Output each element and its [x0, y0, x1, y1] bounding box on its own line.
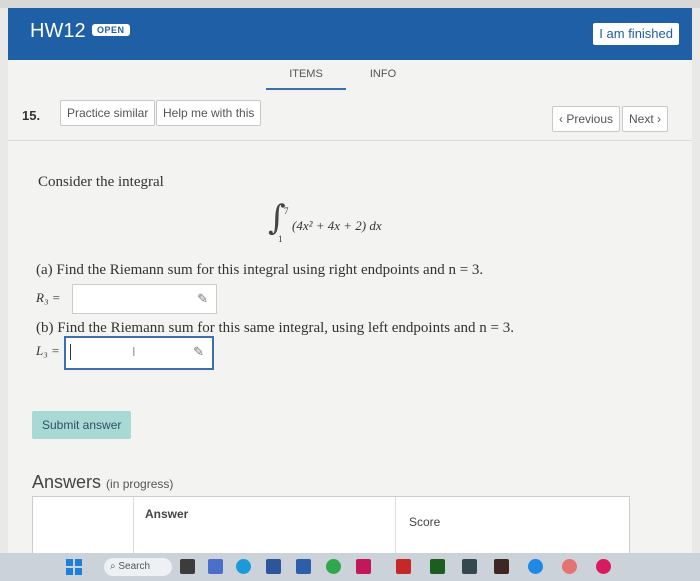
- r3-label: R₃ =: [36, 290, 61, 305]
- tab-items[interactable]: ITEMS: [266, 68, 346, 90]
- integrand: (4x² + 4x + 2) dx: [292, 218, 382, 233]
- upper-limit: 7: [284, 206, 289, 216]
- tab-info[interactable]: INFO: [348, 68, 418, 80]
- r3-answer-input[interactable]: ✎: [72, 284, 217, 314]
- app-icon[interactable]: [296, 559, 311, 574]
- app-icon[interactable]: [462, 559, 477, 574]
- l3-label: L₃ =: [36, 343, 60, 358]
- app-icon[interactable]: [494, 559, 509, 574]
- app-icon[interactable]: [562, 559, 577, 574]
- answers-status: (in progress): [106, 477, 174, 491]
- practice-similar-button[interactable]: Practice similar: [60, 100, 156, 126]
- text-cursor-icon: I: [132, 344, 136, 359]
- l3-answer-input[interactable]: I ✎: [64, 336, 214, 370]
- finished-button[interactable]: I am finished: [592, 22, 680, 46]
- spotify-icon[interactable]: [326, 559, 341, 574]
- previous-label: Previous: [566, 112, 614, 126]
- app-icon[interactable]: [528, 559, 543, 574]
- search-label: Search: [118, 561, 151, 572]
- score-column-header: Score: [409, 515, 441, 529]
- lower-limit: 1: [278, 234, 283, 244]
- chevron-right-icon: ›: [653, 112, 662, 126]
- help-me-button[interactable]: Help me with this: [156, 100, 262, 126]
- answers-heading: Answers (in progress): [32, 472, 173, 493]
- app-icon[interactable]: [396, 559, 411, 574]
- pencil-icon[interactable]: ✎: [197, 291, 208, 307]
- next-label: Next: [629, 112, 654, 126]
- answers-title: Answers: [32, 472, 102, 492]
- task-view-icon[interactable]: [180, 559, 195, 574]
- taskbar-search[interactable]: ⌕ Search: [104, 558, 172, 576]
- windows-icon[interactable]: [66, 559, 82, 575]
- integral-sign: ∫: [268, 198, 286, 238]
- question-prompt: Consider the integral: [38, 174, 164, 190]
- question-number: 15.: [22, 108, 41, 123]
- column-divider: [395, 497, 396, 561]
- divider: [8, 140, 692, 141]
- tab-bar: ITEMS INFO: [8, 60, 692, 94]
- submit-answer-button[interactable]: Submit answer: [32, 411, 132, 439]
- column-divider: [133, 497, 134, 561]
- next-button[interactable]: Next ›: [622, 106, 669, 132]
- edge-icon[interactable]: [236, 559, 251, 574]
- part-a-text: (a) Find the Riemann sum for this integr…: [36, 262, 484, 278]
- status-badge: OPEN: [92, 24, 130, 36]
- taskbar: ⌕ Search: [0, 553, 700, 581]
- answer-column-header: Answer: [145, 507, 189, 521]
- integral-expression: ∫ 7 1 (4x² + 4x + 2) dx: [268, 198, 438, 246]
- assignment-title: HW12: [30, 20, 86, 42]
- text-caret: [70, 344, 71, 360]
- chat-icon[interactable]: [208, 559, 223, 574]
- app-icon[interactable]: [596, 559, 611, 574]
- previous-button[interactable]: ‹ Previous: [552, 106, 621, 132]
- browser-edge: [0, 0, 700, 8]
- part-b-text: (b) Find the Riemann sum for this same i…: [36, 320, 514, 336]
- app-icon[interactable]: [356, 559, 371, 574]
- word-icon[interactable]: [266, 559, 281, 574]
- app-header: HW12 OPEN I am finished: [8, 8, 692, 60]
- pencil-icon[interactable]: ✎: [193, 344, 204, 360]
- hulu-icon[interactable]: [430, 559, 445, 574]
- question-panel: ITEMS INFO 15. Practice similar Help me …: [8, 60, 692, 562]
